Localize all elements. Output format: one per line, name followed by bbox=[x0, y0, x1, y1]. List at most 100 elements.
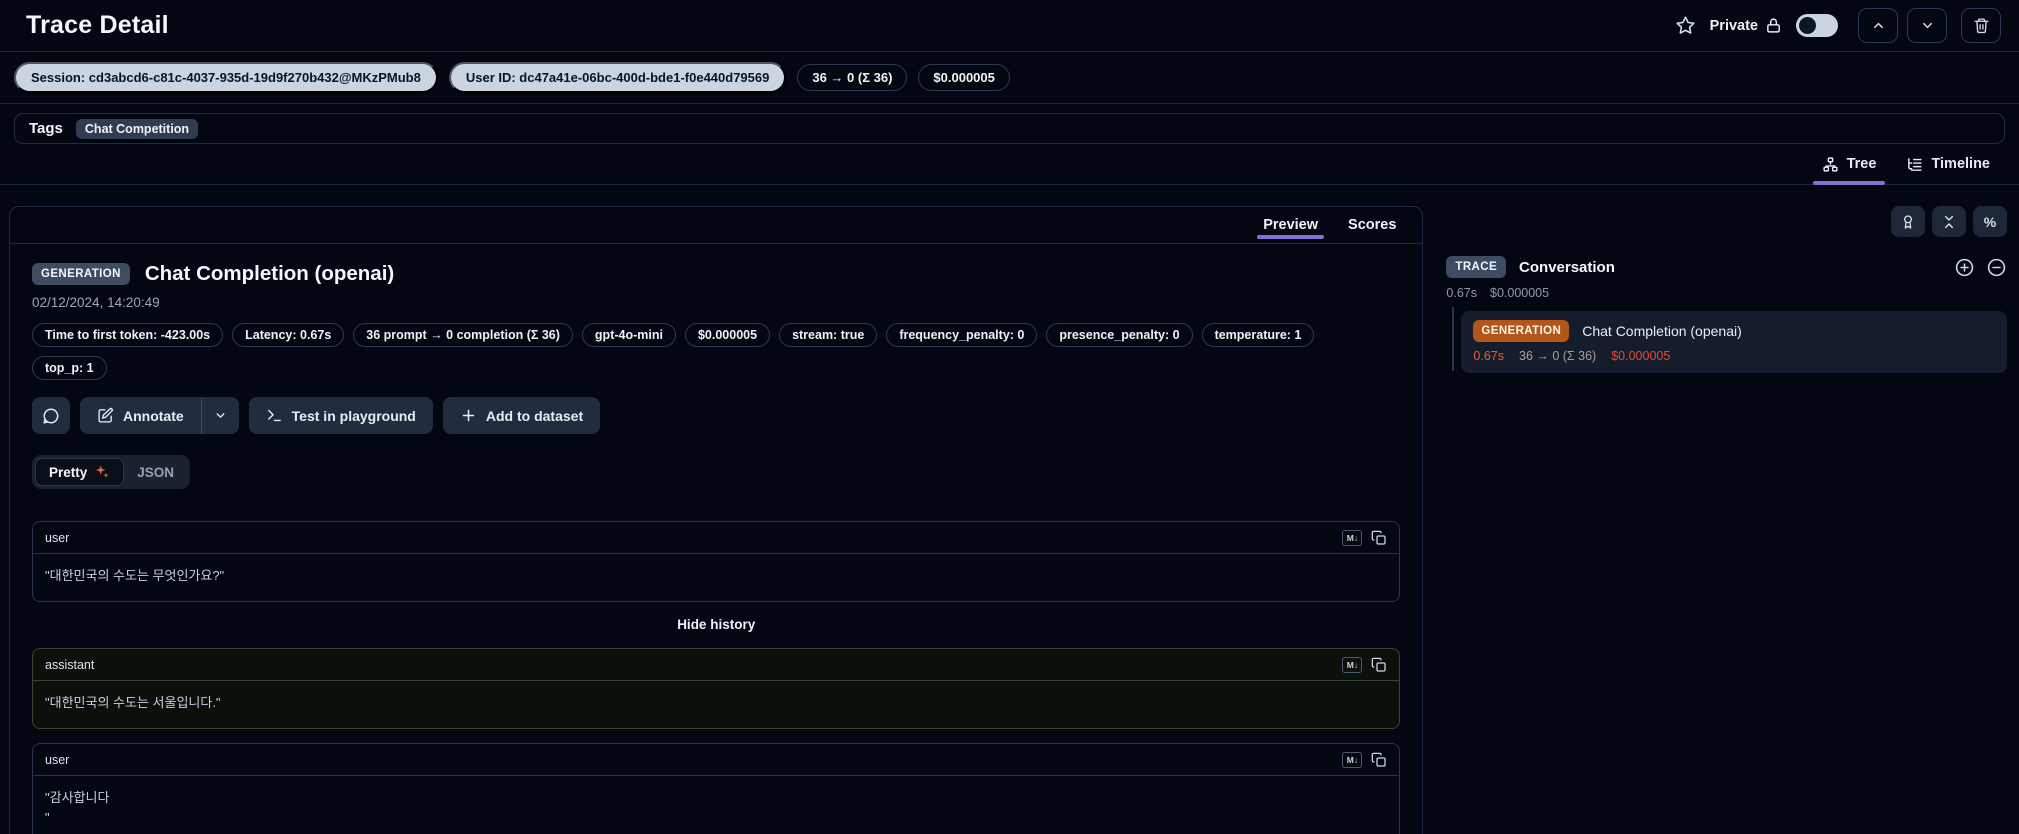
message-role: user bbox=[45, 530, 70, 545]
message-header: user M↓ bbox=[33, 522, 1400, 554]
message-assistant: assistant M↓ "대한민국의 수도는 서울입니다." bbox=[32, 648, 1401, 730]
generation-tree-node[interactable]: GENERATION Chat Completion (openai) 0.67… bbox=[1461, 311, 2007, 373]
trace-meta-row: Session: cd3abcd6-c81c-4037-935d-19d9f27… bbox=[0, 52, 2019, 104]
pen-square-icon bbox=[97, 407, 114, 424]
chevron-down-icon bbox=[1920, 18, 1935, 33]
delete-trace-button[interactable] bbox=[1961, 8, 2001, 43]
message-header-icons: M↓ bbox=[1342, 529, 1387, 546]
tags-label: Tags bbox=[29, 120, 63, 137]
tab-timeline[interactable]: Timeline bbox=[1893, 144, 2003, 184]
message-role: user bbox=[45, 752, 70, 767]
timeline-icon bbox=[1906, 156, 1923, 173]
annotate-dropdown-button[interactable] bbox=[200, 397, 239, 434]
scores-award-button[interactable] bbox=[1891, 206, 1925, 237]
annotate-label: Annotate bbox=[123, 407, 184, 424]
pill-frequency-penalty: frequency_penalty: 0 bbox=[886, 323, 1038, 347]
copy-icon[interactable] bbox=[1371, 530, 1387, 546]
page-header: Trace Detail Private bbox=[0, 0, 2019, 52]
annotate-button[interactable]: Annotate bbox=[80, 397, 201, 434]
total-cost-badge: $0.000005 bbox=[918, 64, 1010, 91]
metrics-percent-button[interactable]: % bbox=[1973, 206, 2007, 237]
tab-preview[interactable]: Preview bbox=[1251, 207, 1330, 243]
trace-cost: $0.000005 bbox=[1490, 286, 1550, 300]
parameter-pills: Time to first token: -423.00s Latency: 0… bbox=[32, 323, 1372, 380]
tab-scores[interactable]: Scores bbox=[1336, 207, 1408, 243]
header-controls: Private bbox=[1675, 8, 2001, 43]
tab-tree-label: Tree bbox=[1846, 156, 1877, 172]
observation-title-row: GENERATION Chat Completion (openai) bbox=[32, 262, 1400, 286]
session-badge[interactable]: Session: cd3abcd6-c81c-4037-935d-19d9f27… bbox=[14, 62, 438, 93]
pill-model[interactable]: gpt-4o-mini bbox=[581, 323, 676, 347]
trace-latency: 0.67s bbox=[1446, 286, 1477, 300]
add-to-dataset-button[interactable]: Add to dataset bbox=[442, 397, 601, 434]
pill-presence-penalty: presence_penalty: 0 bbox=[1046, 323, 1193, 347]
generation-node-title: Chat Completion (openai) bbox=[1582, 323, 1742, 339]
markdown-toggle-icon[interactable]: M↓ bbox=[1342, 751, 1363, 768]
test-in-playground-button[interactable]: Test in playground bbox=[248, 397, 433, 434]
chat-bubble-icon bbox=[42, 407, 60, 425]
trace-tree-sidebar: % TRACE Conversation 0.67s $0.000005 GEN… bbox=[1446, 206, 2007, 373]
message-list: user M↓ "대한민국의 수도는 무엇인가요?" Hide history … bbox=[32, 521, 1401, 834]
message-user-1: user M↓ "대한민국의 수도는 무엇인가요?" bbox=[32, 521, 1401, 603]
tags-bar[interactable]: Tags Chat Competition bbox=[14, 113, 2005, 144]
pill-token-usage: 36 prompt → 0 completion (Σ 36) bbox=[353, 323, 573, 347]
format-toggle: Pretty JSON bbox=[32, 455, 191, 489]
copy-icon[interactable] bbox=[1371, 752, 1387, 768]
trace-root-row[interactable]: TRACE Conversation bbox=[1446, 256, 2007, 278]
bookmark-star-button[interactable] bbox=[1675, 15, 1696, 36]
hide-history-button[interactable]: Hide history bbox=[32, 602, 1400, 648]
collapse-all-button[interactable] bbox=[1932, 206, 1966, 237]
expand-all-button[interactable] bbox=[1954, 257, 1975, 278]
trace-metrics: 0.67s $0.000005 bbox=[1446, 286, 2007, 300]
trace-nav-buttons bbox=[1858, 8, 1947, 43]
pill-time-to-first-token: Time to first token: -423.00s bbox=[32, 323, 224, 347]
privacy-label: Private bbox=[1709, 17, 1758, 34]
tree-guide-line bbox=[1452, 307, 1455, 371]
generation-node-badge: GENERATION bbox=[1473, 320, 1570, 342]
chevron-down-icon bbox=[214, 409, 227, 422]
trace-title: Conversation bbox=[1519, 258, 1615, 276]
tag-chip[interactable]: Chat Competition bbox=[75, 118, 199, 139]
markdown-toggle-icon[interactable]: M↓ bbox=[1342, 529, 1363, 546]
pretty-label: Pretty bbox=[49, 464, 88, 480]
terminal-icon bbox=[266, 407, 283, 424]
copy-icon[interactable] bbox=[1371, 657, 1387, 673]
user-id-badge[interactable]: User ID: dc47a41e-06bc-400d-bde1-f0e440d… bbox=[448, 62, 787, 93]
circle-minus-icon bbox=[1986, 257, 2007, 278]
message-content: "감사합니다 " bbox=[45, 790, 110, 826]
node-title-row: GENERATION Chat Completion (openai) bbox=[1473, 320, 1995, 342]
lock-icon bbox=[1765, 17, 1782, 34]
previous-trace-button[interactable] bbox=[1858, 8, 1898, 43]
next-trace-button[interactable] bbox=[1907, 8, 1947, 43]
token-usage-badge: 36 → 0 (Σ 36) bbox=[797, 64, 908, 91]
dataset-label: Add to dataset bbox=[485, 407, 584, 424]
comments-button[interactable] bbox=[32, 397, 70, 434]
node-cost: $0.000005 bbox=[1611, 349, 1671, 363]
message-header-icons: M↓ bbox=[1342, 656, 1387, 673]
public-toggle[interactable] bbox=[1796, 14, 1838, 37]
tree-expand-controls bbox=[1954, 257, 2007, 278]
tab-timeline-label: Timeline bbox=[1931, 156, 1990, 172]
node-metrics: 0.67s 36 → 0 (Σ 36) $0.000005 bbox=[1473, 349, 1995, 363]
collapse-tree-button[interactable] bbox=[1986, 257, 2007, 278]
view-mode-tabs: Tree Timeline bbox=[0, 144, 2019, 185]
node-latency: 0.67s bbox=[1473, 349, 1504, 363]
message-user-2: user M↓ "감사합니다 " bbox=[32, 743, 1401, 834]
pill-temperature: temperature: 1 bbox=[1201, 323, 1315, 347]
tab-tree[interactable]: Tree bbox=[1809, 144, 1890, 185]
star-icon bbox=[1675, 15, 1696, 36]
chevron-up-icon bbox=[1871, 18, 1886, 33]
markdown-toggle-icon[interactable]: M↓ bbox=[1342, 656, 1363, 673]
pill-cost: $0.000005 bbox=[684, 323, 771, 347]
observation-body: GENERATION Chat Completion (openai) 02/1… bbox=[10, 244, 1422, 834]
message-header: assistant M↓ bbox=[33, 649, 1400, 682]
privacy-indicator: Private bbox=[1710, 17, 1782, 34]
tree-children: GENERATION Chat Completion (openai) 0.67… bbox=[1446, 307, 2007, 373]
sparkles-icon bbox=[94, 464, 110, 480]
format-json-button[interactable]: JSON bbox=[124, 458, 187, 486]
observation-card: Preview Scores GENERATION Chat Completio… bbox=[9, 206, 1424, 834]
pill-latency: Latency: 0.67s bbox=[232, 323, 345, 347]
plus-icon bbox=[460, 407, 477, 424]
page-title: Trace Detail bbox=[26, 11, 169, 39]
format-pretty-button[interactable]: Pretty bbox=[35, 458, 125, 486]
